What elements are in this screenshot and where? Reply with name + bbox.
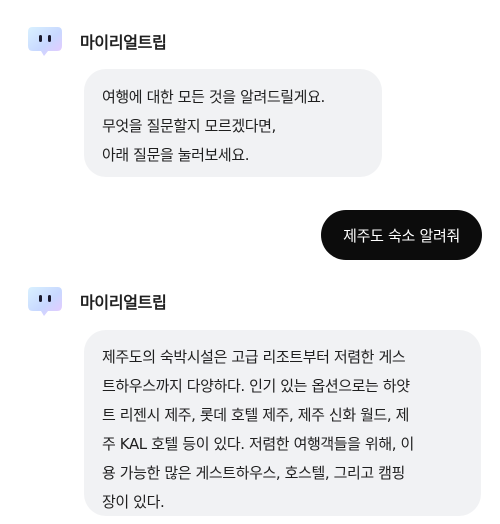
bot-message-header: 마이리얼트립 [26, 284, 167, 318]
message-line: 주 KAL 호텔 등이 있다. 저렴한 여행객들을 위해, 이 [102, 435, 414, 453]
bot-message-bubble: 여행에 대한 모든 것을 알려드릴게요. 무엇을 질문할지 모르겠다면, 아래 … [84, 69, 382, 177]
user-message-bubble: 제주도 숙소 알려줘 [321, 210, 482, 260]
message-line: 용 가능한 많은 게스트하우스, 호스텔, 그리고 캠핑 [102, 464, 405, 482]
message-line: 무엇을 질문할지 모르겠다면, [102, 117, 276, 135]
message-line: 트 리젠시 제주, 롯데 호텔 제주, 제주 신화 월드, 제 [102, 406, 410, 424]
message-line: 장이 있다. [102, 493, 165, 511]
message-line: 제주도의 숙박시설은 고급 리조트부터 저렴한 게스 [102, 348, 406, 366]
bot-message-bubble: 제주도의 숙박시설은 고급 리조트부터 저렴한 게스 트하우스까지 다양하다. … [84, 330, 481, 516]
message-line: 여행에 대한 모든 것을 알려드릴게요. [102, 88, 325, 106]
bot-sender-name: 마이리얼트립 [80, 293, 167, 312]
message-line: 아래 질문을 눌러보세요. [102, 146, 250, 164]
message-line: 트하우스까지 다양하다. 인기 있는 옵션으로는 하얏 [102, 377, 410, 395]
bot-sender-name: 마이리얼트립 [80, 33, 167, 52]
bot-message-header: 마이리얼트립 [26, 24, 167, 58]
user-message-text: 제주도 숙소 알려줘 [343, 226, 460, 245]
bot-avatar-icon [26, 24, 64, 58]
bot-avatar-icon [26, 284, 64, 318]
